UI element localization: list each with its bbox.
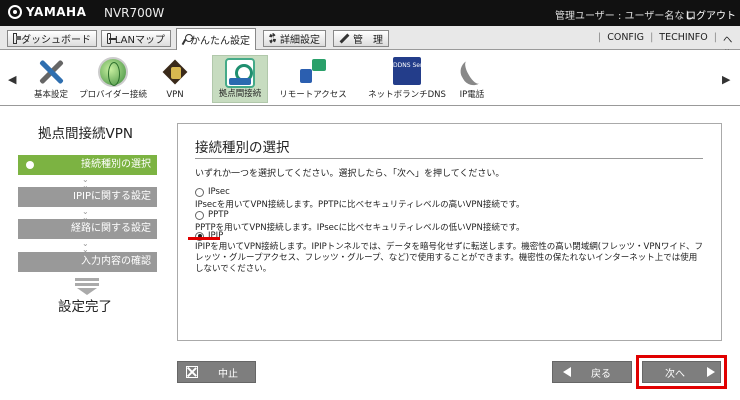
step-label: 接続種別の選択: [81, 159, 151, 170]
arrow-down-icon: [75, 278, 99, 295]
tools-icon: [36, 57, 66, 87]
menu-vpn[interactable]: VPN: [139, 55, 211, 103]
brand-name: YAMAHA: [26, 5, 87, 19]
chevron-left-icon: [563, 367, 571, 377]
ddns-service-icon: DDNS Service: [393, 57, 435, 85]
menu-label: IP電話: [459, 90, 485, 100]
step-complete: 設定完了: [58, 299, 112, 315]
menu-label: リモートアクセス: [279, 90, 347, 100]
option-description: IPIPを用いてVPN接続します。IPIPトンネルでは、データを暗号化せずに転送…: [195, 242, 703, 274]
highlight-underline: [188, 237, 220, 240]
site-to-site-icon: [225, 58, 255, 88]
feature-menu: ◀ 基本設定 プロバイダー接続 VPN 拠点間接続 リモートアクセス DDNS …: [0, 50, 740, 106]
option-label[interactable]: PPTP: [208, 210, 229, 220]
menu-site-to-site[interactable]: 拠点間接続: [212, 55, 268, 103]
step-ipip-settings: IPIPに関する設定: [18, 187, 157, 207]
tab-label: LANマップ: [114, 35, 165, 46]
remote-access-icon: [298, 57, 328, 87]
tab-label: 管 理: [353, 35, 383, 46]
wrench-icon: [339, 33, 349, 44]
option-description: IPsecを用いてVPN接続します。PPTPに比べセキュリティレベルの高いVPN…: [195, 200, 525, 210]
step-label: 入力内容の確認: [81, 256, 151, 267]
connection-type-panel: 接続種別の選択 いずれか一つを選択してください。選択したら、「次へ」を押してくだ…: [177, 123, 722, 341]
menu-remote-access[interactable]: リモートアクセス: [271, 55, 355, 103]
tab-lan-map[interactable]: LANマップ: [101, 30, 171, 47]
chevron-right-icon: [707, 367, 715, 377]
menu-label: VPN: [166, 90, 184, 100]
tab-advanced-settings[interactable]: 詳細設定: [263, 30, 326, 47]
phone-icon: [457, 57, 487, 87]
step-label: 経路に関する設定: [71, 223, 151, 234]
vpn-lock-icon: [162, 57, 188, 85]
user-info: 管理ユーザー : ユーザー名なし: [555, 11, 695, 22]
option-label[interactable]: IPsec: [208, 187, 230, 197]
option-ipsec: IPsec IPsecを用いてVPN接続します。PPTPに比べセキュリティレベル…: [195, 187, 525, 210]
yamaha-emblem-icon: [8, 5, 22, 19]
menu-ip-phone[interactable]: IP電話: [436, 55, 508, 103]
button-label: 戻る: [591, 368, 611, 380]
option-pptp: PPTP PPTPを用いてVPN接続します。IPsecに比べセキュリティレベルの…: [195, 210, 525, 233]
pptp-radio[interactable]: [195, 210, 204, 220]
button-label: 中止: [218, 368, 238, 380]
menu-label: ネットボランチDNS: [368, 90, 446, 100]
tab-bar: ダッシュボード LANマップ かんたん設定 詳細設定 管 理 | CONFIG …: [0, 26, 740, 74]
monitor-icon: [13, 33, 21, 44]
cancel-button[interactable]: 中止: [177, 361, 256, 383]
tab-label: 詳細設定: [280, 35, 320, 46]
model-name: NVR700W: [104, 6, 165, 20]
divider: [195, 158, 703, 159]
gear-icon: [269, 33, 276, 44]
panel-title: 接続種別の選択: [195, 140, 290, 156]
ipsec-radio[interactable]: [195, 187, 204, 197]
back-button[interactable]: 戻る: [552, 361, 632, 383]
step-confirm-input: 入力内容の確認: [18, 252, 157, 272]
menu-netvolante-dns[interactable]: DDNS Service ネットボランチDNS: [367, 55, 447, 103]
globe-icon: [98, 57, 128, 87]
scroll-right-arrow-icon[interactable]: ▶: [722, 73, 730, 86]
close-icon: [186, 366, 198, 378]
tab-label: ダッシュボード: [21, 35, 91, 46]
wizard-icon: [182, 34, 193, 45]
title-bar: YAMAHA NVR700W 管理ユーザー : ユーザー名なし ログアウト: [0, 0, 740, 26]
tab-easy-setup[interactable]: かんたん設定: [176, 28, 256, 50]
next-button[interactable]: 次へ: [642, 361, 721, 383]
logout-link[interactable]: ログアウト: [686, 7, 736, 22]
current-step-dot-icon: [26, 161, 34, 169]
lan-map-icon: [107, 33, 116, 44]
step-label: IPIPに関する設定: [73, 191, 151, 202]
tab-dashboard[interactable]: ダッシュボード: [7, 30, 97, 47]
step-route-settings: 経路に関する設定: [18, 219, 157, 239]
menu-label: 拠点間接続: [218, 89, 262, 99]
tab-label: かんたん設定: [190, 36, 250, 47]
step-connection-type: 接続種別の選択: [18, 155, 157, 175]
button-label: 次へ: [665, 368, 685, 380]
wizard-title: 拠点間接続VPN: [38, 126, 133, 142]
instruction-text: いずれか一つを選択してください。選択したら、「次へ」を押してください。: [195, 169, 505, 179]
tab-management[interactable]: 管 理: [333, 30, 389, 47]
option-ipip: IPIP IPIPを用いてVPN接続します。IPIPトンネルでは、データを暗号化…: [195, 231, 705, 275]
yamaha-logo: YAMAHA: [8, 5, 86, 19]
